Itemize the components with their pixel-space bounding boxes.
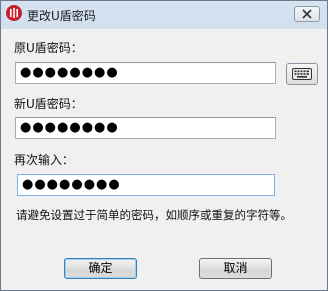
dialog-body: 原U盾密码： ●●●●●●●● 新U盾密码： ●●●●●●●● 再次输入： ●●…	[1, 29, 327, 290]
new-password-field[interactable]: ●●●●●●●●	[15, 117, 276, 139]
ok-button[interactable]: 确定	[64, 258, 137, 279]
confirm-password-label: 再次输入：	[14, 153, 75, 167]
close-button[interactable]	[294, 6, 320, 22]
password-hint: 请避免设置过于简单的密码，如顺序或重复的字符等。	[16, 208, 292, 222]
window-title: 更改U盾密码	[27, 9, 96, 23]
keyboard-icon	[292, 68, 312, 80]
old-password-label: 原U盾密码：	[14, 41, 83, 55]
change-password-dialog: 更改U盾密码 原U盾密码： ●●●●●●●● 新U盾密码： ●●●●●●●● 再…	[0, 0, 328, 291]
confirm-password-field[interactable]: ●●●●●●●●	[17, 174, 275, 196]
title-bar: 更改U盾密码	[1, 1, 327, 29]
old-password-field[interactable]: ●●●●●●●●	[15, 62, 276, 84]
soft-keyboard-button[interactable]	[286, 63, 318, 85]
close-icon	[302, 9, 312, 19]
new-password-label: 新U盾密码：	[14, 97, 83, 111]
cancel-button[interactable]: 取消	[199, 258, 272, 279]
bank-logo-icon	[6, 5, 22, 21]
